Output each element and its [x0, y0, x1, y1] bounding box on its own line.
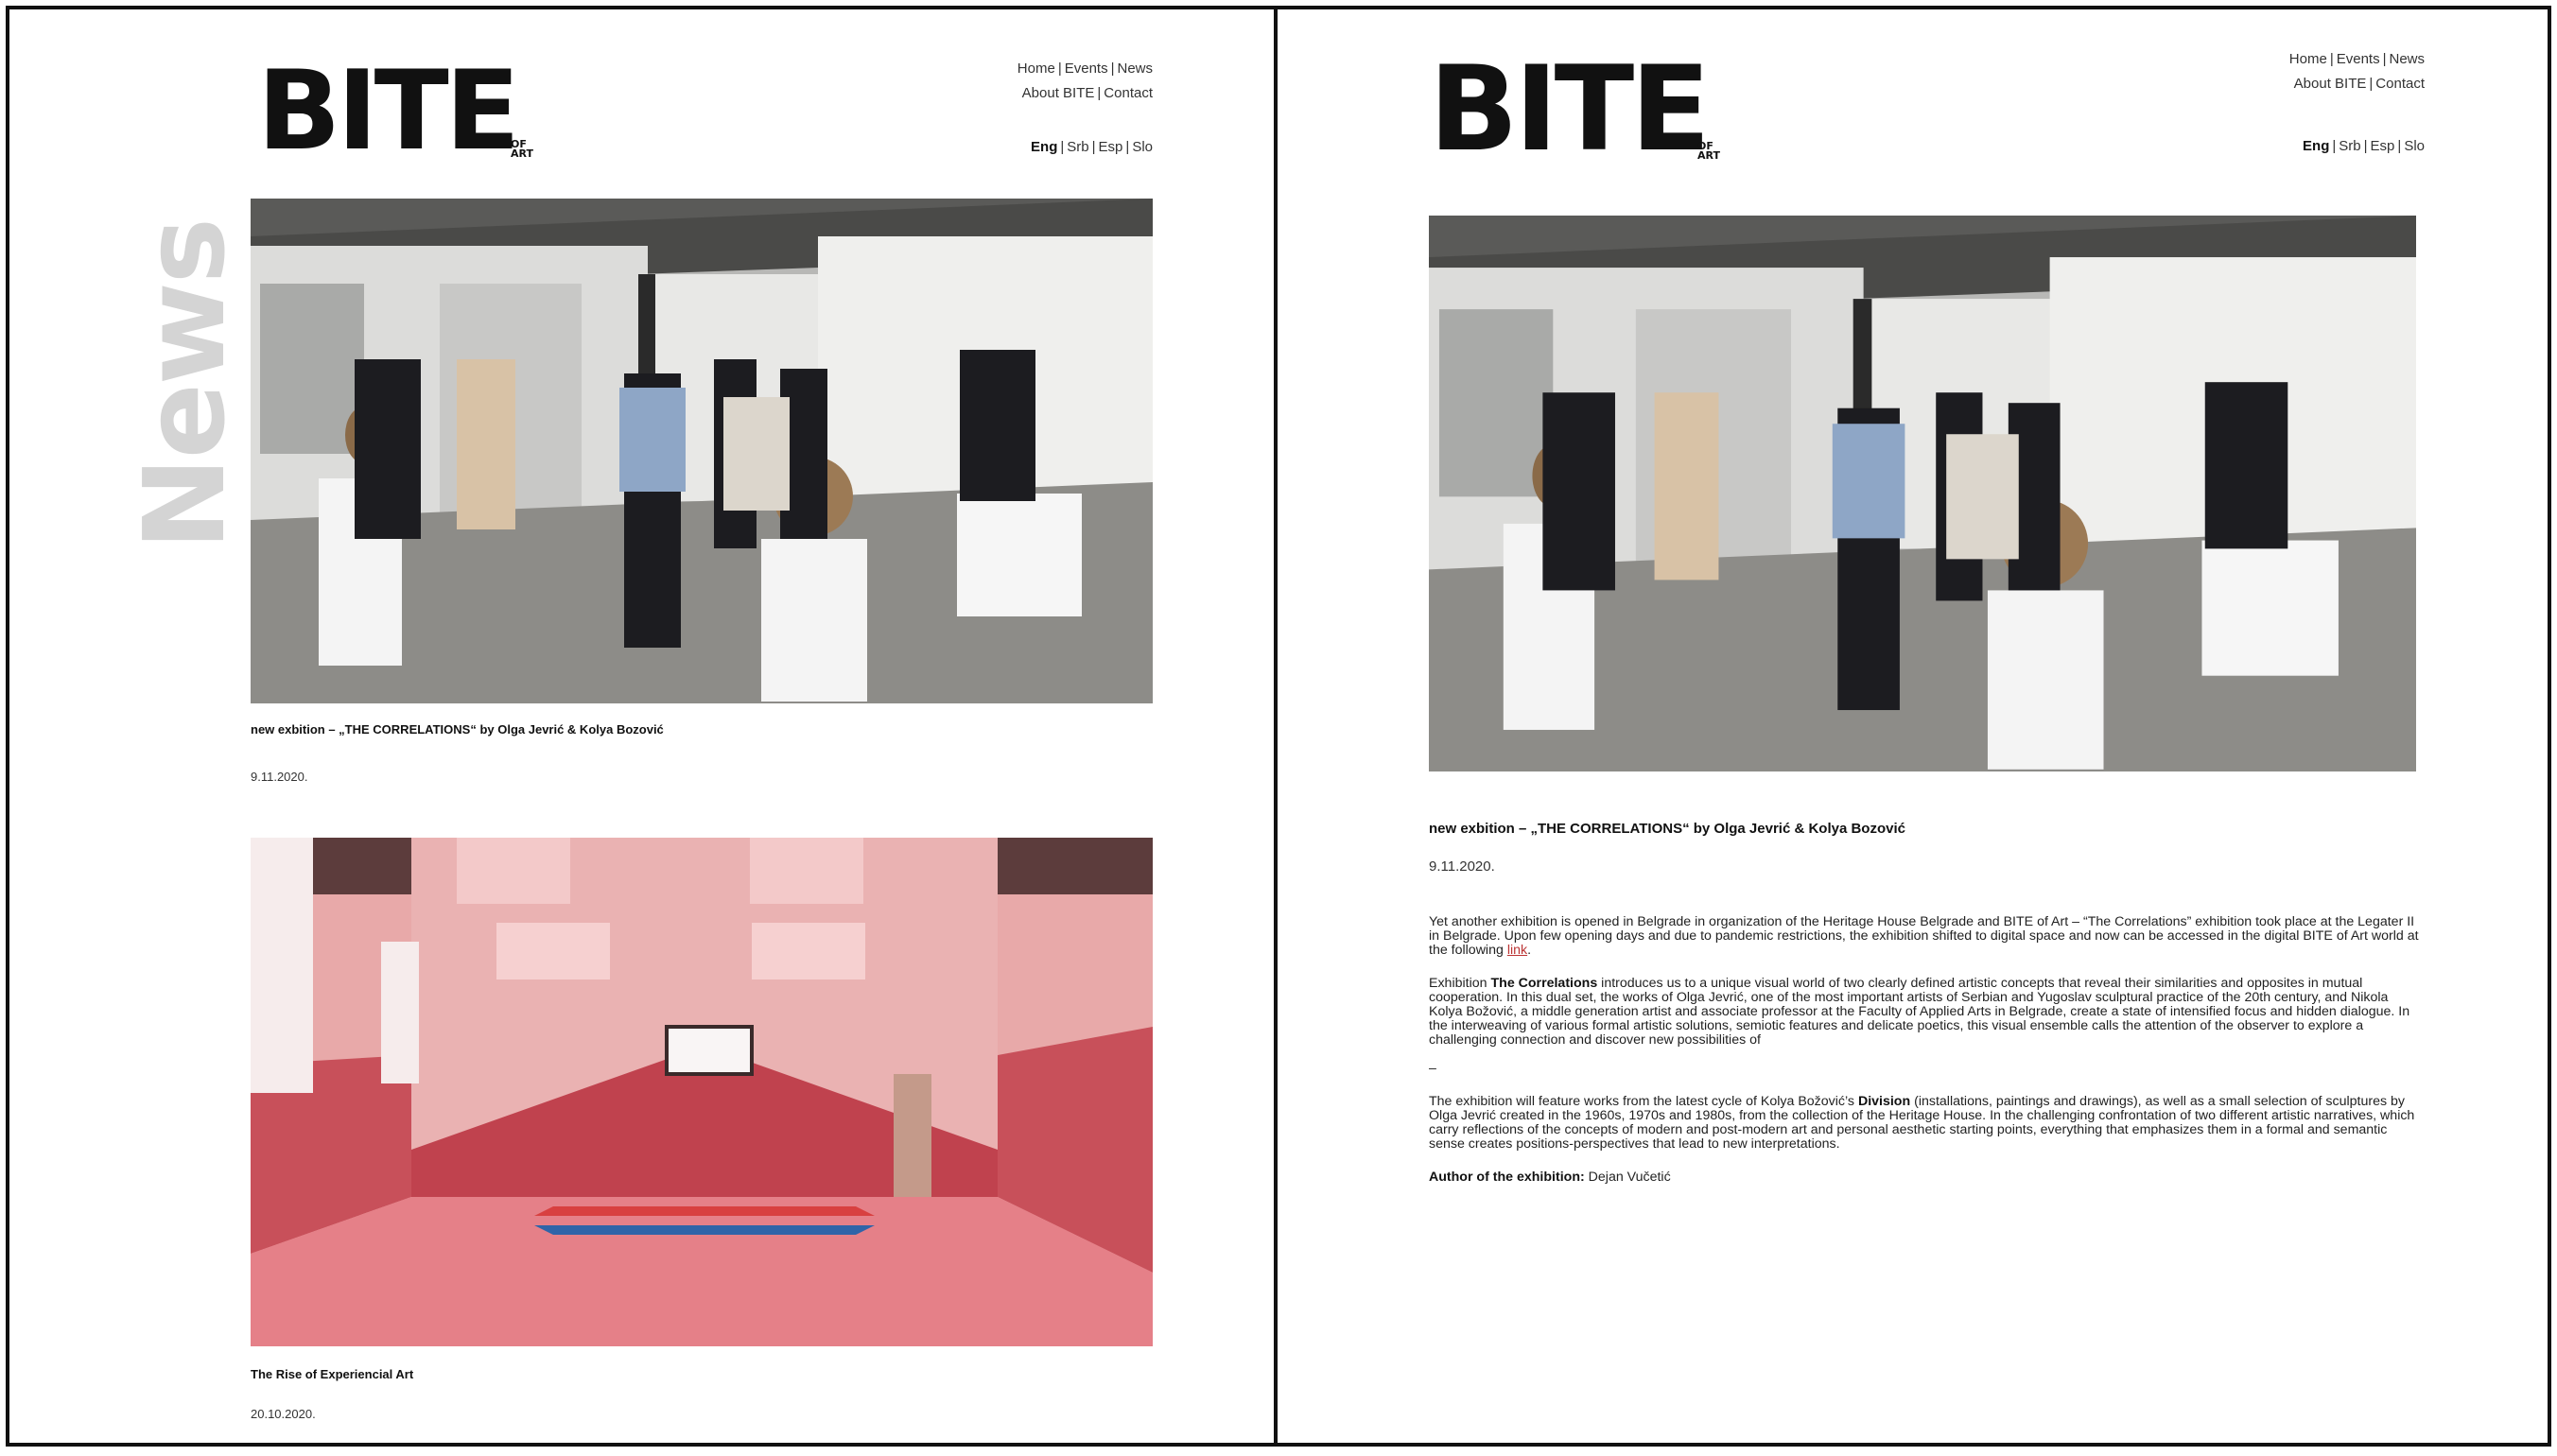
lang-srb[interactable]: Srb — [1067, 139, 1088, 155]
author-line: Author of the exhibition: Dejan Vučetić — [1429, 1170, 2422, 1185]
logo-text: BITE — [257, 47, 520, 175]
post-image-gym[interactable] — [251, 838, 1153, 1346]
post-image-gallery[interactable] — [251, 199, 1153, 703]
nav-separator: | — [1097, 85, 1102, 101]
article-page: BITE OF ART Home | Events | News About BITE |… — [1274, 6, 2551, 1447]
article-body: Yet another exhibition is opened in Belg… — [1429, 915, 2422, 1204]
article-paragraph: The exhibition will feature works from t… — [1429, 1094, 2415, 1152]
nav-about[interactable]: About BITE — [2294, 76, 2367, 92]
logo-subtext: OF ART — [1697, 140, 1720, 162]
nav-events[interactable]: Events — [2337, 51, 2380, 67]
paragraph-dash: – — [1429, 1061, 1436, 1076]
lang-srb[interactable]: Srb — [2339, 138, 2360, 154]
nav-separator: | — [1057, 61, 1062, 77]
author-name: Dejan Vučetić — [1588, 1170, 1671, 1185]
post-date: 20.10.2020. — [251, 1407, 316, 1421]
post-date: 9.11.2020. — [251, 770, 308, 784]
author-label: Author of the exhibition: — [1429, 1170, 1585, 1185]
gallery-photo-icon — [251, 199, 1153, 703]
lang-eng[interactable]: Eng — [2303, 138, 2329, 154]
main-nav: Home | Events | News About BITE | Contact — [1018, 57, 1153, 106]
nav-news[interactable]: News — [1117, 61, 1153, 77]
bite-logo[interactable]: BITE OF ART — [257, 47, 533, 175]
main-nav: Home | Events | News About BITE | Contact — [2289, 47, 2425, 96]
nav-separator: | — [2329, 51, 2334, 67]
nav-separator: | — [2382, 51, 2387, 67]
article-image-gallery — [1429, 216, 2416, 771]
article-date: 9.11.2020. — [1429, 858, 1495, 875]
cycle-name: Division — [1857, 1094, 1911, 1109]
language-switcher: Eng | Srb | Esp | Slo — [1031, 139, 1153, 155]
lang-slo[interactable]: Slo — [2404, 138, 2425, 154]
logo-text: BITE — [1429, 42, 1711, 178]
lang-separator: | — [2397, 138, 2402, 154]
gym-photo-icon — [251, 838, 1153, 1346]
lang-esp[interactable]: Esp — [2371, 138, 2395, 154]
post-title[interactable]: The Rise of Experiencial Art — [251, 1367, 413, 1381]
nav-events[interactable]: Events — [1065, 61, 1108, 77]
lang-separator: | — [2332, 138, 2337, 154]
language-switcher: Eng | Srb | Esp | Slo — [2303, 138, 2425, 154]
lang-separator: | — [2363, 138, 2368, 154]
nav-contact[interactable]: Contact — [1104, 85, 1153, 101]
lang-slo[interactable]: Slo — [1132, 139, 1153, 155]
bite-logo[interactable]: BITE OF ART — [1429, 42, 1720, 178]
lang-separator: | — [1091, 139, 1096, 155]
article-title: new exbition – „THE CORRELATIONS“ by Olg… — [1429, 821, 1905, 837]
article-paragraph: Exhibition The Correlations introduces u… — [1429, 976, 2410, 1076]
lang-esp[interactable]: Esp — [1099, 139, 1123, 155]
nav-separator: | — [2369, 76, 2374, 92]
article-paragraph: Yet another exhibition is opened in Belg… — [1429, 914, 2419, 958]
nav-about[interactable]: About BITE — [1022, 85, 1095, 101]
lang-separator: | — [1060, 139, 1065, 155]
nav-news[interactable]: News — [2389, 51, 2425, 67]
nav-separator: | — [1110, 61, 1115, 77]
nav-contact[interactable]: Contact — [2375, 76, 2425, 92]
article-link[interactable]: link — [1507, 943, 1527, 958]
exhibition-name: The Correlations — [1490, 976, 1598, 991]
gallery-photo-icon — [1429, 216, 2416, 771]
nav-home[interactable]: Home — [2289, 51, 2327, 67]
nav-home[interactable]: Home — [1018, 61, 1055, 77]
lang-eng[interactable]: Eng — [1031, 139, 1057, 155]
logo-subtext: OF ART — [511, 138, 533, 160]
lang-separator: | — [1125, 139, 1130, 155]
section-label-vertical: News — [119, 218, 250, 550]
post-title[interactable]: new exbition – „THE CORRELATIONS“ by Olg… — [251, 722, 664, 737]
news-listing-page: BITE OF ART Home | Events | News About BITE |… — [6, 6, 1279, 1447]
